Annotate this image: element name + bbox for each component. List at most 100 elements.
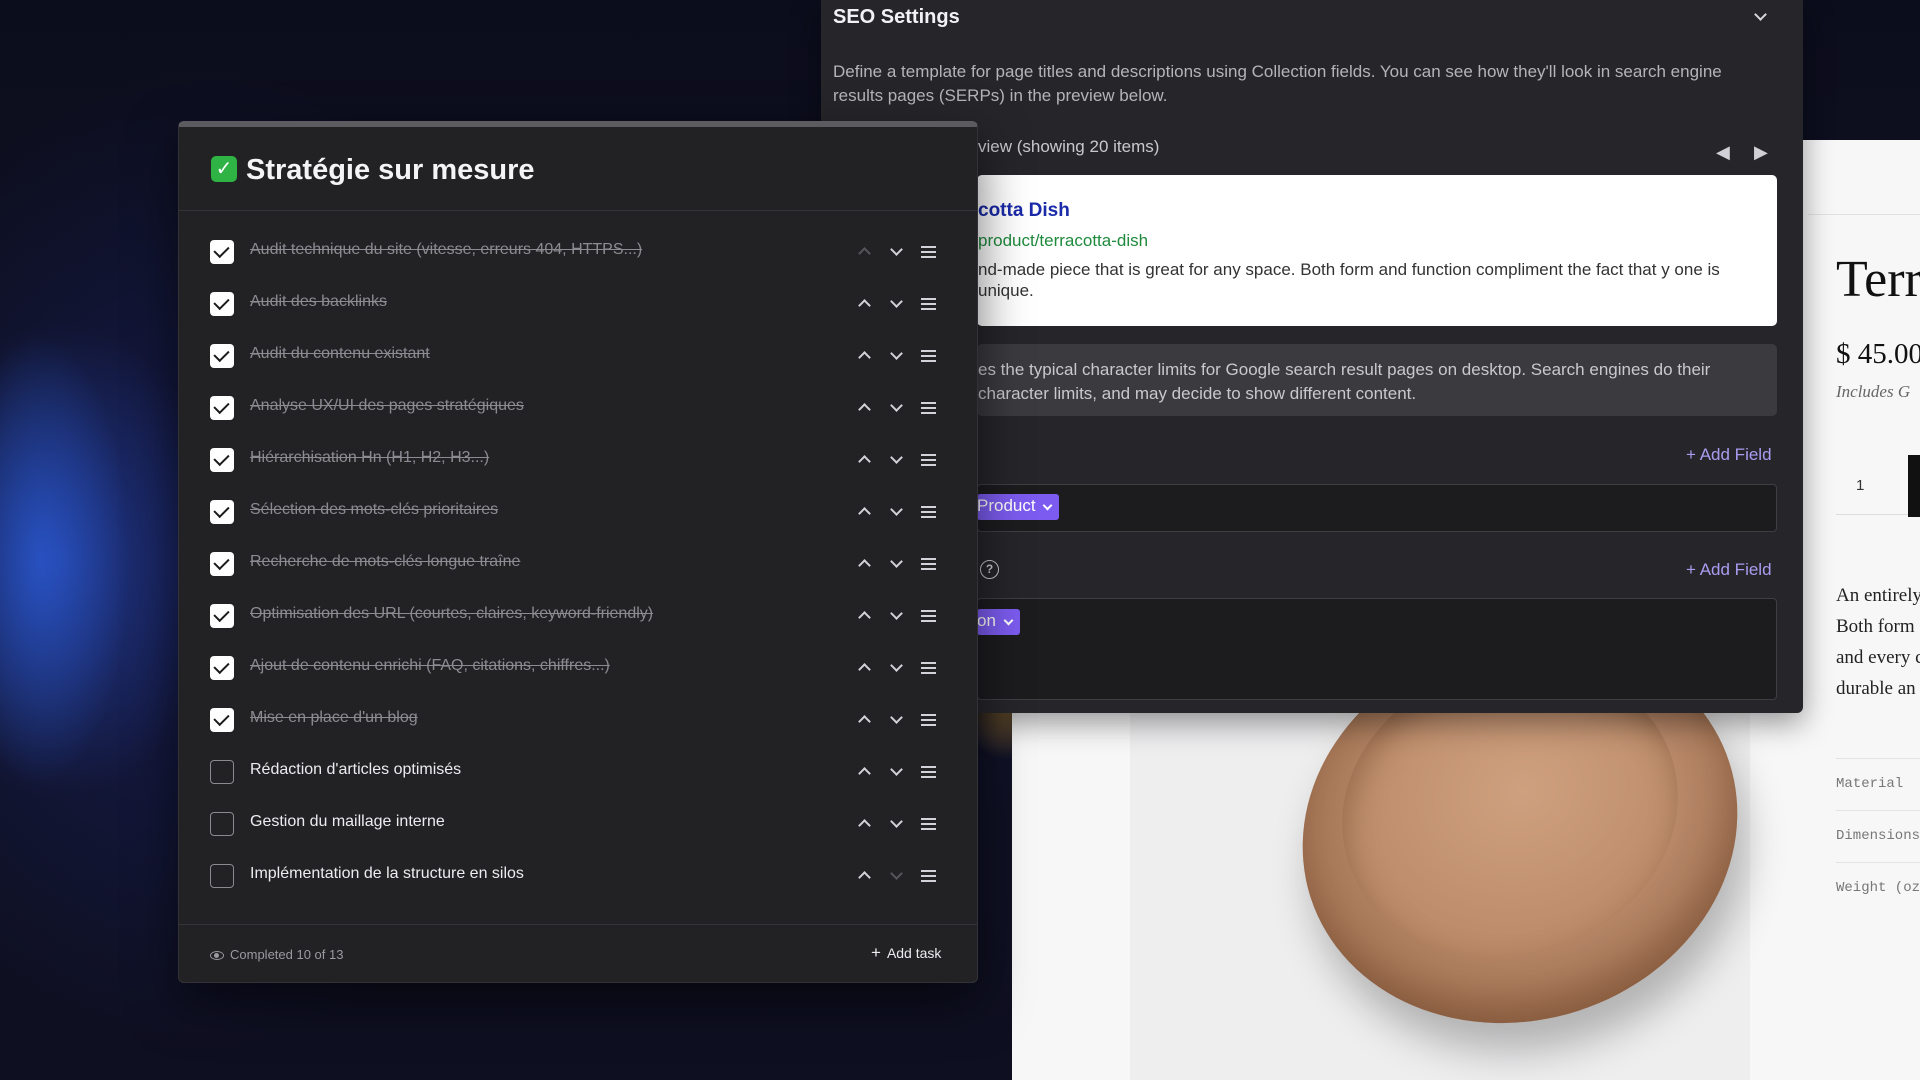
checklist-panel: ✓ Stratégie sur mesure Audit technique d… [178, 121, 978, 983]
drag-handle-icon[interactable] [917, 657, 939, 679]
next-item-icon[interactable]: ▶ [1754, 142, 1776, 164]
move-up-icon[interactable] [853, 761, 875, 783]
move-up-icon[interactable] [853, 657, 875, 679]
task-label[interactable]: Hiérarchisation Hn (H1, H2, H3...) [250, 449, 489, 467]
title-add-field-button[interactable]: + Add Field [1686, 445, 1772, 465]
task-row: Optimisation des URL (courtes, claires, … [179, 591, 977, 643]
drag-handle-icon[interactable] [917, 813, 939, 835]
task-checkbox[interactable] [210, 500, 234, 524]
task-row: Rédaction d'articles optimisés [179, 747, 977, 799]
drag-handle-icon[interactable] [917, 449, 939, 471]
move-up-icon[interactable] [853, 293, 875, 315]
move-down-icon[interactable] [885, 293, 907, 315]
task-row: Sélection des mots-clés prioritaires [179, 487, 977, 539]
task-label[interactable]: Sélection des mots-clés prioritaires [250, 501, 498, 519]
task-checkbox[interactable] [210, 448, 234, 472]
move-down-icon[interactable] [885, 553, 907, 575]
task-checkbox[interactable] [210, 656, 234, 680]
task-checkbox[interactable] [210, 344, 234, 368]
task-row: Implémentation de la structure en silos [179, 851, 977, 903]
task-label[interactable]: Implémentation de la structure en silos [250, 865, 524, 883]
task-label[interactable]: Audit du contenu existant [250, 345, 430, 363]
task-label[interactable]: Audit technique du site (vitesse, erreur… [250, 241, 642, 259]
drag-handle-icon[interactable] [917, 553, 939, 575]
move-down-icon[interactable] [885, 761, 907, 783]
checklist-title: Stratégie sur mesure [246, 154, 535, 186]
move-up-icon[interactable] [853, 397, 875, 419]
task-label[interactable]: Rédaction d'articles optimisés [250, 761, 461, 779]
move-up-icon[interactable] [853, 501, 875, 523]
move-up-icon[interactable] [853, 241, 875, 263]
move-up-icon[interactable] [853, 813, 875, 835]
drag-handle-icon[interactable] [917, 605, 939, 627]
task-label[interactable]: Gestion du maillage interne [250, 813, 445, 831]
move-down-icon[interactable] [885, 657, 907, 679]
add-task-button[interactable]: + Add task [871, 943, 941, 965]
task-checkbox[interactable] [210, 552, 234, 576]
checklist-header: ✓ Stratégie sur mesure [179, 127, 977, 211]
drag-handle-icon[interactable] [917, 241, 939, 263]
product-tax-note: Includes G [1836, 382, 1911, 401]
move-up-icon[interactable] [853, 345, 875, 367]
spec-weight: Weight (oz [1836, 862, 1920, 914]
seo-title-template-input[interactable] [977, 484, 1777, 532]
task-row: Audit technique du site (vitesse, erreur… [179, 227, 977, 279]
move-down-icon[interactable] [885, 397, 907, 419]
task-row: Ajout de contenu enrichi (FAQ, citations… [179, 643, 977, 695]
drag-handle-icon[interactable] [917, 865, 939, 887]
task-label[interactable]: Optimisation des URL (courtes, claires, … [250, 605, 653, 623]
move-down-icon[interactable] [885, 813, 907, 835]
checklist-footer: Completed 10 of 13 + Add task [179, 924, 977, 982]
chip-chevron-icon [1042, 500, 1053, 511]
task-label[interactable]: Mise en place d'un blog [250, 709, 418, 727]
move-up-icon[interactable] [853, 449, 875, 471]
drag-handle-icon[interactable] [917, 761, 939, 783]
task-checkbox[interactable] [210, 292, 234, 316]
task-checkbox[interactable] [210, 396, 234, 420]
help-icon[interactable]: ? [980, 560, 999, 579]
previous-item-icon[interactable]: ◀ [1716, 142, 1738, 164]
task-label[interactable]: Analyse UX/UI des pages stratégiques [250, 397, 524, 415]
move-up-icon[interactable] [853, 605, 875, 627]
eye-icon[interactable] [210, 951, 224, 960]
move-down-icon[interactable] [885, 345, 907, 367]
move-down-icon[interactable] [885, 709, 907, 731]
drag-handle-icon[interactable] [917, 345, 939, 367]
add-to-cart-button[interactable] [1908, 455, 1920, 517]
task-checkbox[interactable] [210, 812, 234, 836]
task-row: Gestion du maillage interne [179, 799, 977, 851]
task-label[interactable]: Ajout de contenu enrichi (FAQ, citations… [250, 657, 610, 675]
collapse-chevron-icon[interactable] [1754, 8, 1774, 26]
task-checkbox[interactable] [210, 864, 234, 888]
move-down-icon[interactable] [885, 865, 907, 887]
quantity-input[interactable]: 1 [1836, 455, 1916, 515]
task-checkbox[interactable] [210, 760, 234, 784]
description-add-field-button[interactable]: + Add Field [1686, 560, 1772, 580]
background-glow [0, 240, 200, 880]
check-mark-emoji-icon: ✓ [211, 156, 237, 182]
task-row: Hiérarchisation Hn (H1, H2, H3...) [179, 435, 977, 487]
move-down-icon[interactable] [885, 449, 907, 471]
move-down-icon[interactable] [885, 241, 907, 263]
move-up-icon[interactable] [853, 553, 875, 575]
move-down-icon[interactable] [885, 501, 907, 523]
drag-handle-icon[interactable] [917, 709, 939, 731]
seo-description-template-input[interactable] [977, 598, 1777, 700]
task-label[interactable]: Audit des backlinks [250, 293, 387, 311]
drag-handle-icon[interactable] [917, 397, 939, 419]
move-down-icon[interactable] [885, 605, 907, 627]
product-divider [1808, 214, 1920, 215]
task-checkbox[interactable] [210, 240, 234, 264]
task-checkbox[interactable] [210, 604, 234, 628]
title-field-chip[interactable]: Product [977, 494, 1060, 520]
plus-icon: + [871, 943, 881, 962]
seo-note-text: es the typical character limits for Goog… [978, 360, 1711, 403]
task-checkbox[interactable] [210, 708, 234, 732]
move-up-icon[interactable] [853, 865, 875, 887]
drag-handle-icon[interactable] [917, 501, 939, 523]
task-row: Analyse UX/UI des pages stratégiques [179, 383, 977, 435]
drag-handle-icon[interactable] [917, 293, 939, 315]
task-label[interactable]: Recherche de mots-clés longue traîne [250, 553, 520, 571]
move-up-icon[interactable] [853, 709, 875, 731]
description-field-chip[interactable]: on [977, 609, 1020, 635]
